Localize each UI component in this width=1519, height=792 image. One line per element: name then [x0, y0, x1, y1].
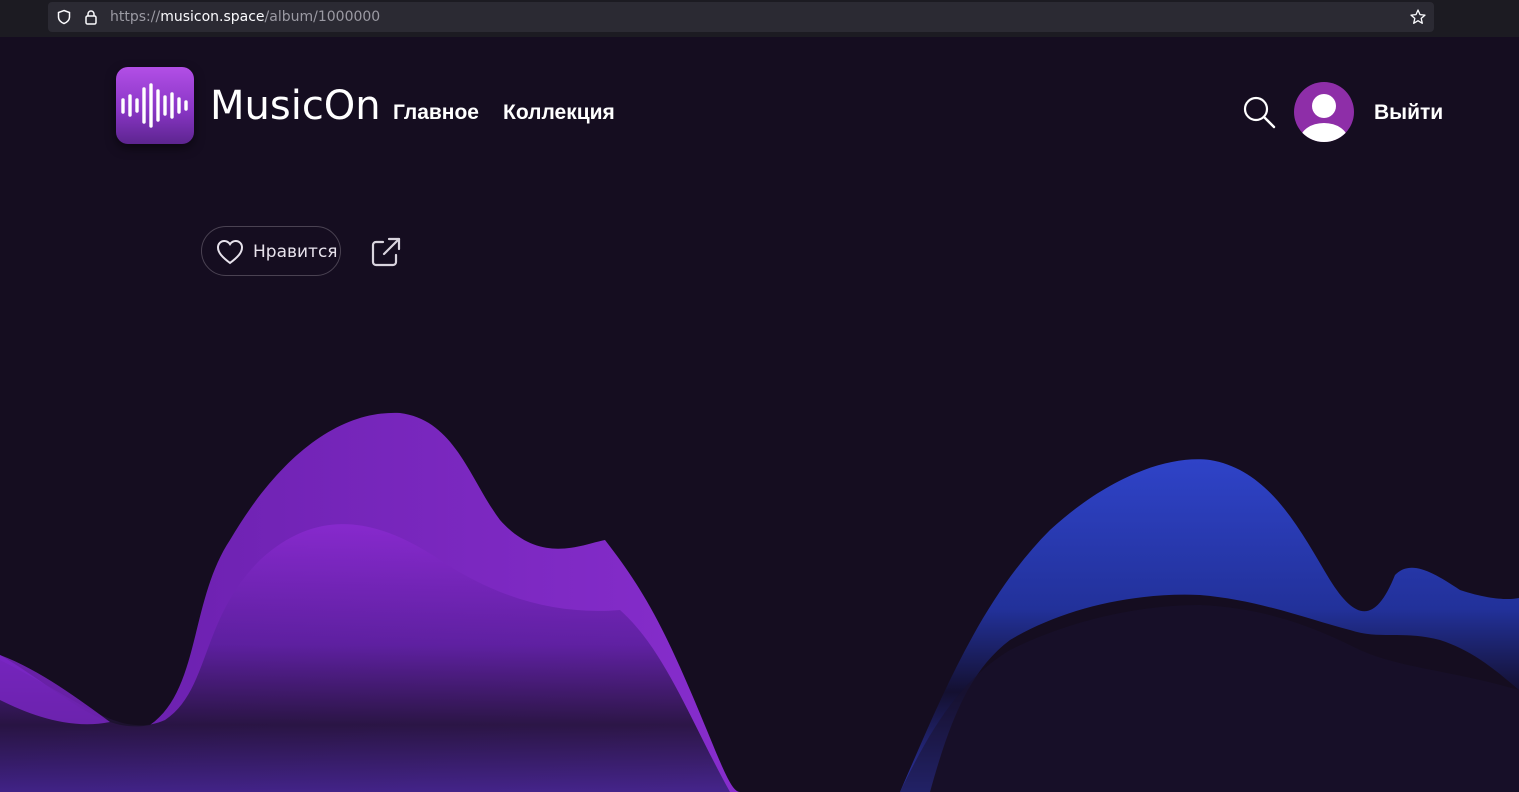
url-path: /album/1000000: [264, 9, 381, 25]
shield-icon[interactable]: [56, 9, 72, 25]
nav-main[interactable]: Главное: [393, 101, 479, 125]
brand-name[interactable]: MusicOn: [210, 83, 381, 129]
bookmark-star-icon[interactable]: [1409, 8, 1427, 26]
heart-icon: [216, 239, 244, 265]
lock-icon[interactable]: [84, 9, 98, 25]
avatar[interactable]: [1294, 82, 1354, 142]
address-bar[interactable]: https://musicon.space/album/1000000: [48, 2, 1434, 32]
like-label: Нравится: [253, 242, 338, 262]
sound-wave-icon: [121, 83, 188, 128]
wave-background: [0, 412, 1519, 792]
logout-button[interactable]: Выйти: [1374, 101, 1443, 125]
share-icon[interactable]: [370, 236, 402, 268]
user-icon: [1300, 94, 1348, 142]
nav-collection[interactable]: Коллекция: [503, 101, 615, 125]
url-text[interactable]: https://musicon.space/album/1000000: [110, 9, 380, 25]
logo-icon[interactable]: [116, 67, 194, 144]
browser-toolbar: https://musicon.space/album/1000000: [0, 0, 1519, 37]
search-icon[interactable]: [1241, 94, 1277, 130]
url-host: musicon.space: [160, 9, 265, 25]
like-button[interactable]: Нравится: [201, 226, 341, 276]
url-scheme: https://: [110, 9, 161, 25]
